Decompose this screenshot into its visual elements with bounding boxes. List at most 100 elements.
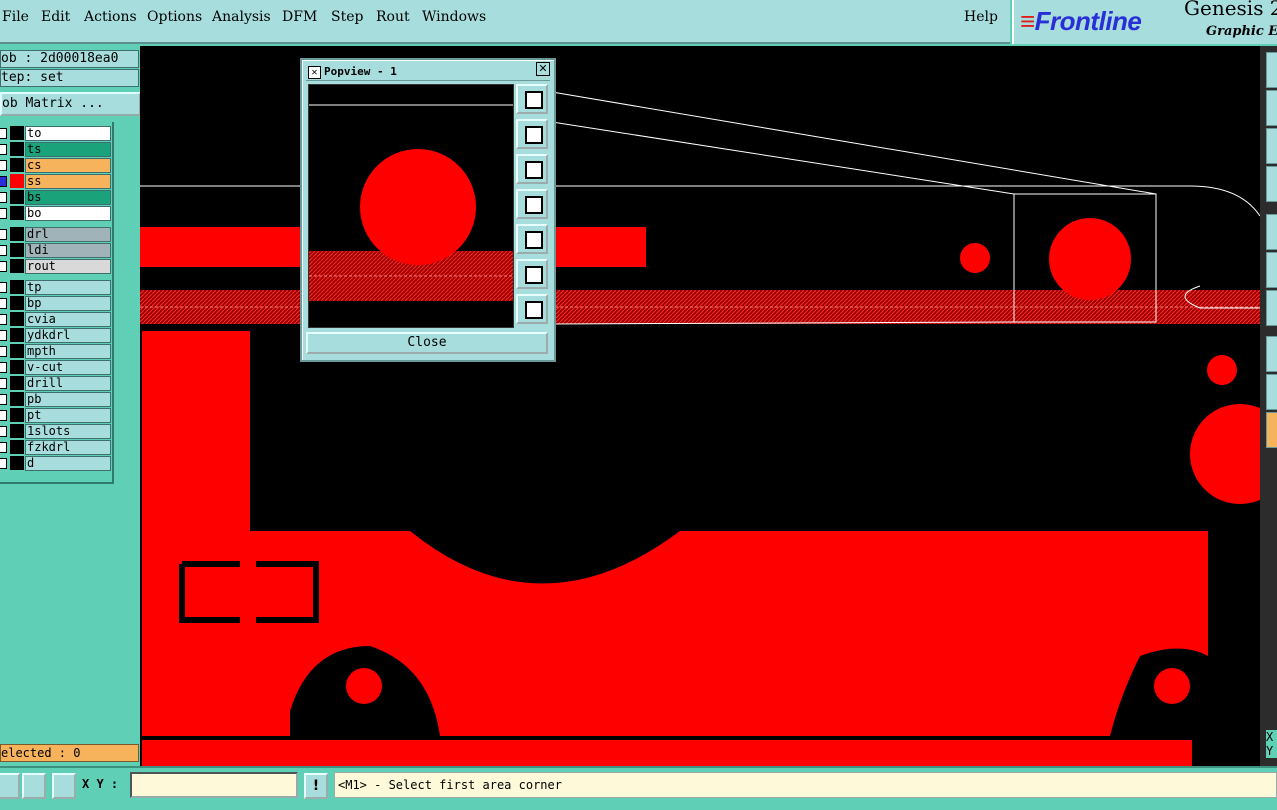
close-icon[interactable]: ✕: [536, 62, 550, 76]
layer-color-swatch[interactable]: [10, 424, 24, 438]
layer-color-swatch[interactable]: [10, 206, 24, 220]
layer-row-ydkdrl[interactable]: ydkdrl: [0, 328, 112, 343]
layer-checkbox[interactable]: [0, 362, 7, 373]
layer-name[interactable]: bo: [25, 206, 111, 221]
zoom-window-button[interactable]: [516, 84, 548, 114]
layer-row-bs[interactable]: bs: [0, 190, 112, 205]
layer-name[interactable]: ldi: [25, 243, 111, 258]
layer-checkbox[interactable]: [0, 229, 7, 240]
warning-icon[interactable]: !: [304, 773, 328, 799]
right-tool-button[interactable]: [1266, 90, 1277, 126]
menu-file[interactable]: File: [2, 9, 29, 25]
layer-row-pt[interactable]: pt: [0, 408, 112, 423]
layer-row-v-cut[interactable]: v-cut: [0, 360, 112, 375]
layer-name[interactable]: ss: [25, 174, 111, 189]
layer-name[interactable]: fzkdrl: [25, 440, 111, 455]
layer-name[interactable]: d: [25, 456, 111, 471]
zoom-out-button[interactable]: [516, 294, 548, 324]
layer-name[interactable]: drill: [25, 376, 111, 391]
layer-color-swatch[interactable]: [10, 360, 24, 374]
layer-name[interactable]: pb: [25, 392, 111, 407]
layer-checkbox[interactable]: [0, 458, 7, 469]
menu-rout[interactable]: Rout: [376, 9, 410, 25]
layer-checkbox[interactable]: [0, 261, 7, 272]
layer-row-ldi[interactable]: ldi: [0, 243, 112, 258]
layer-color-swatch[interactable]: [10, 190, 24, 204]
layer-row-drill[interactable]: drill: [0, 376, 112, 391]
layer-row-tp[interactable]: tp: [0, 280, 112, 295]
layer-row-ss[interactable]: ss: [0, 174, 112, 189]
job-matrix-button[interactable]: ob Matrix ...: [0, 92, 141, 116]
layer-name[interactable]: pt: [25, 408, 111, 423]
pan-right-button[interactable]: [516, 224, 548, 254]
layer-row-drl[interactable]: drl: [0, 227, 112, 242]
layer-checkbox[interactable]: [0, 176, 7, 187]
layer-name[interactable]: drl: [25, 227, 111, 242]
zoom-in-button[interactable]: [516, 259, 548, 289]
layer-name[interactable]: mpth: [25, 344, 111, 359]
menu-actions[interactable]: Actions: [84, 9, 137, 25]
layer-checkbox[interactable]: [0, 160, 7, 171]
layer-color-swatch[interactable]: [10, 408, 24, 422]
layer-row-bp[interactable]: bp: [0, 296, 112, 311]
layer-row-pb[interactable]: pb: [0, 392, 112, 407]
layer-row-mpth[interactable]: mpth: [0, 344, 112, 359]
layer-color-swatch[interactable]: [10, 456, 24, 470]
layer-color-swatch[interactable]: [10, 280, 24, 294]
popview-close-button[interactable]: Close: [306, 332, 548, 354]
menu-dfm[interactable]: DFM: [282, 9, 317, 25]
layer-checkbox[interactable]: [0, 282, 7, 293]
layer-checkbox[interactable]: [0, 378, 7, 389]
layer-checkbox[interactable]: [0, 426, 7, 437]
layer-name[interactable]: ts: [25, 142, 111, 157]
pan-down-button[interactable]: [516, 154, 548, 184]
layer-checkbox[interactable]: [0, 298, 7, 309]
layer-row-cs[interactable]: cs: [0, 158, 112, 173]
layer-row-rout[interactable]: rout: [0, 259, 112, 274]
layer-color-swatch[interactable]: [10, 174, 24, 188]
layer-color-swatch[interactable]: [10, 344, 24, 358]
layer-color-swatch[interactable]: [10, 392, 24, 406]
layer-checkbox[interactable]: [0, 245, 7, 256]
layer-row-to[interactable]: to: [0, 126, 112, 141]
layer-row-ts[interactable]: ts: [0, 142, 112, 157]
pan-up-button[interactable]: [516, 119, 548, 149]
layer-color-swatch[interactable]: [10, 296, 24, 310]
menu-help[interactable]: Help: [964, 9, 998, 25]
right-tool-button[interactable]: [1266, 128, 1277, 164]
layer-color-swatch[interactable]: [10, 227, 24, 241]
layer-row-cvia[interactable]: cvia: [0, 312, 112, 327]
right-tool-button[interactable]: [1266, 166, 1277, 202]
layer-checkbox[interactable]: [0, 144, 7, 155]
right-tool-button[interactable]: [1266, 336, 1277, 372]
layer-checkbox[interactable]: [0, 442, 7, 453]
layer-color-swatch[interactable]: [10, 328, 24, 342]
layer-color-swatch[interactable]: [10, 440, 24, 454]
layer-name[interactable]: v-cut: [25, 360, 111, 375]
layer-checkbox[interactable]: [0, 208, 7, 219]
right-tool-button[interactable]: [1266, 412, 1277, 448]
layer-checkbox[interactable]: [0, 314, 7, 325]
layer-checkbox[interactable]: [0, 410, 7, 421]
right-tool-button[interactable]: [1266, 374, 1277, 410]
layer-name[interactable]: rout: [25, 259, 111, 274]
menu-options[interactable]: Options: [147, 9, 202, 25]
window-menu-icon[interactable]: ✕: [308, 66, 321, 79]
layer-color-swatch[interactable]: [10, 142, 24, 156]
layer-row-fzkdrl[interactable]: fzkdrl: [0, 440, 112, 455]
layer-row-bo[interactable]: bo: [0, 206, 112, 221]
pan-left-button[interactable]: [516, 189, 548, 219]
right-tool-button[interactable]: [1266, 52, 1277, 88]
layer-color-swatch[interactable]: [10, 158, 24, 172]
xy-input[interactable]: [130, 772, 298, 798]
layer-checkbox[interactable]: [0, 346, 7, 357]
layer-checkbox[interactable]: [0, 128, 7, 139]
layer-checkbox[interactable]: [0, 330, 7, 341]
layer-color-swatch[interactable]: [10, 243, 24, 257]
layer-color-swatch[interactable]: [10, 312, 24, 326]
layer-name[interactable]: bp: [25, 296, 111, 311]
popview-viewport[interactable]: [308, 84, 514, 328]
layer-row-1slots[interactable]: 1slots: [0, 424, 112, 439]
menu-analysis[interactable]: Analysis: [212, 9, 271, 25]
layer-checkbox[interactable]: [0, 192, 7, 203]
